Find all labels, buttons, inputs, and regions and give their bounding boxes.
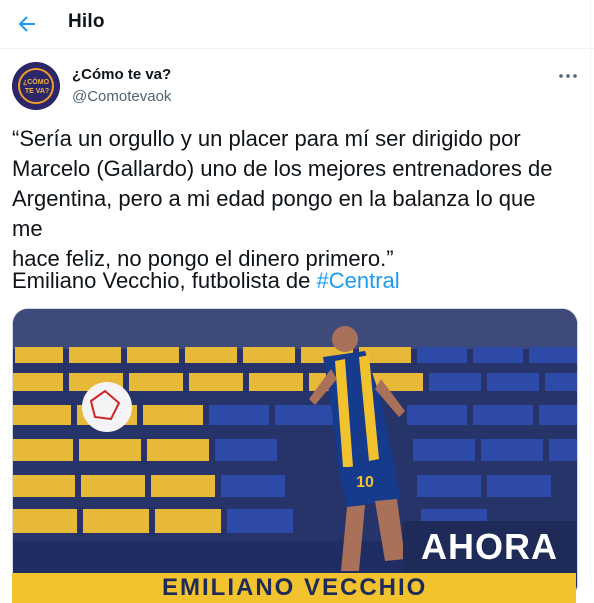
display-name[interactable]: ¿Cómo te va? — [72, 66, 171, 83]
tweet-attribution: Emiliano Vecchio, futbolista de #Central — [12, 266, 400, 296]
tweet-text-line: “Sería un orgullo y un placer para mí se… — [12, 126, 521, 151]
column-divider — [590, 0, 591, 583]
jersey-number: 10 — [356, 474, 374, 491]
avatar-logo: ¿CÓMO TE VA? — [12, 62, 60, 110]
thread-header: Hilo — [0, 0, 594, 49]
avatar-text-line2: TE VA? — [25, 88, 49, 95]
hashtag-link[interactable]: #Central — [317, 268, 400, 293]
image-caption: EMILIANO VECCHIO — [162, 574, 428, 601]
avatar[interactable]: ¿CÓMO TE VA? — [12, 62, 60, 110]
tweet-text: “Sería un orgullo y un placer para mí se… — [12, 124, 572, 274]
page-title: Hilo — [68, 11, 105, 32]
arrow-left-icon[interactable] — [14, 12, 40, 36]
user-handle[interactable]: @Comotevaok — [72, 88, 171, 105]
tweet-text-line: Argentina, pero a mi edad pongo en la ba… — [12, 186, 536, 241]
attribution-text: Emiliano Vecchio, futbolista de — [12, 268, 317, 293]
tweet-text-line: Marcelo (Gallardo) uno de los mejores en… — [12, 156, 553, 181]
more-icon[interactable] — [556, 66, 580, 86]
avatar-text-line1: ¿CÓMO — [23, 77, 50, 86]
news-badge: AHORA — [403, 521, 576, 573]
